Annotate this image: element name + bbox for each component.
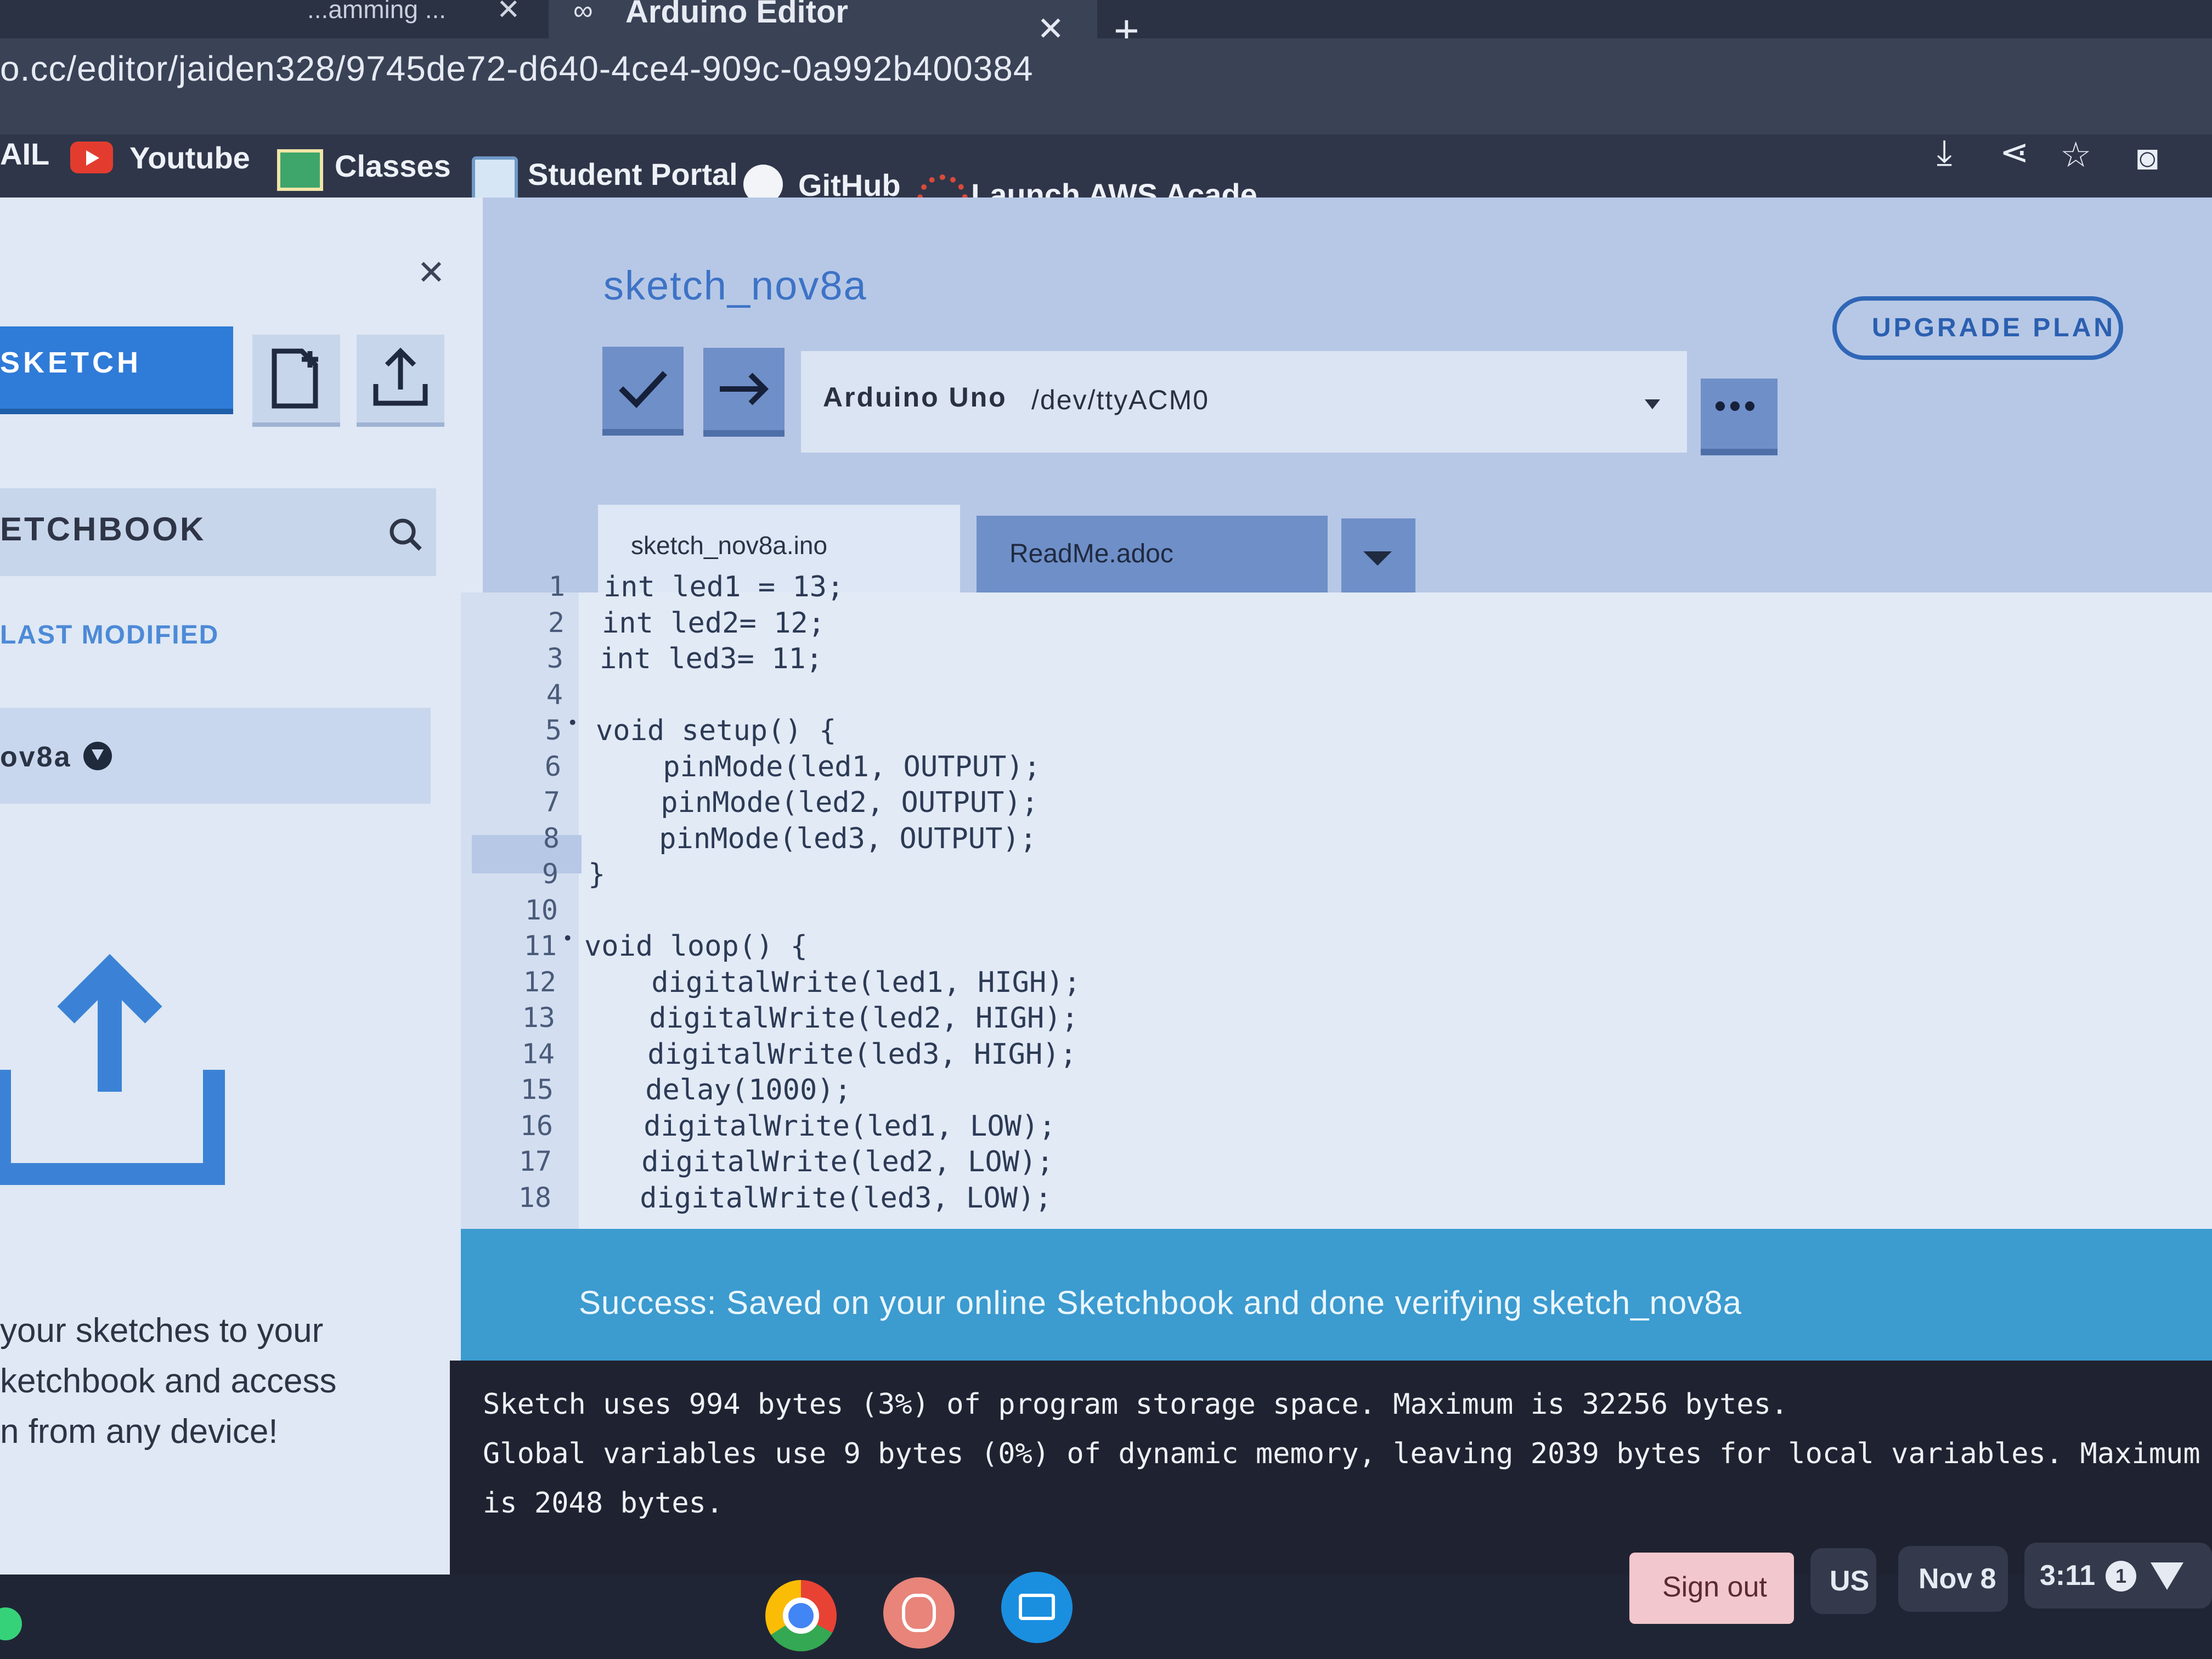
sort-last-modified[interactable]: LAST MODIFIED xyxy=(0,620,219,650)
bookmark-student-portal[interactable]: Student Portal xyxy=(528,156,738,192)
bookmark-youtube[interactable]: Youtube xyxy=(129,140,250,176)
chrome-icon[interactable] xyxy=(765,1580,837,1651)
code-line[interactable]: pinMode(led3, OUTPUT); xyxy=(590,822,1037,855)
line-number: 18 xyxy=(518,1181,551,1214)
browser-tab-previous[interactable]: ...amming ... xyxy=(307,0,446,24)
sign-out-label: Sign out xyxy=(1662,1571,1767,1603)
code-line[interactable]: digitalWrite(led3, HIGH); xyxy=(579,1038,1077,1071)
line-number: 10 xyxy=(524,894,558,926)
chevron-down-icon[interactable] xyxy=(83,742,112,770)
upload-icon xyxy=(373,347,428,406)
line-number: 12 xyxy=(523,966,556,998)
new-file-icon xyxy=(272,348,318,409)
line-number: 1 xyxy=(548,571,565,602)
tab-readme-label: ReadMe.adoc xyxy=(1009,539,1173,568)
code-line[interactable]: int led1 = 13; xyxy=(603,571,844,603)
wifi-icon xyxy=(2151,1562,2183,1590)
tab-close-icon[interactable]: ✕ xyxy=(496,0,521,26)
sketch-title[interactable]: sketch_nov8a xyxy=(603,262,867,309)
arrow-right-icon xyxy=(720,373,769,405)
notification-count-icon: 1 xyxy=(2106,1561,2136,1592)
line-number: 16 xyxy=(520,1109,553,1142)
board-port: /dev/ttyACM0 xyxy=(1031,385,1210,415)
code-line[interactable]: digitalWrite(led1, HIGH); xyxy=(583,966,1081,999)
code-line[interactable]: int led3= 11; xyxy=(600,642,823,675)
line-number: 7 xyxy=(543,786,560,818)
sketch-button-label: SKETCH xyxy=(0,346,142,379)
line-number: 2 xyxy=(548,606,565,639)
date-label: Nov 8 xyxy=(1918,1563,1996,1595)
code-line[interactable]: digitalWrite(led2, HIGH); xyxy=(580,1002,1079,1035)
os-shelf xyxy=(0,1575,2212,1659)
search-icon[interactable] xyxy=(384,513,428,557)
sketchbook-title: ETCHBOOK xyxy=(0,511,206,548)
checkmark-icon xyxy=(619,371,668,408)
verify-button[interactable] xyxy=(602,347,684,436)
close-icon[interactable]: ✕ xyxy=(417,252,445,292)
tab-sketch-ino-label: sketch_nov8a.ino xyxy=(631,531,828,560)
chevron-down-icon xyxy=(1363,551,1392,566)
code-line[interactable]: int led2= 12; xyxy=(602,607,825,640)
status-message: Success: Saved on your online Sketchbook… xyxy=(579,1284,1742,1321)
brain-app-icon[interactable] xyxy=(883,1577,955,1649)
upgrade-plan-label: UPGRADE PLAN xyxy=(1872,313,2116,342)
youtube-icon xyxy=(70,142,113,173)
bookmark-classes[interactable]: Classes xyxy=(335,148,451,184)
code-line[interactable]: digitalWrite(led3, LOW); xyxy=(571,1182,1052,1215)
board-name: Arduino Uno xyxy=(823,382,1007,413)
line-number: 4 xyxy=(546,678,563,710)
code-line[interactable]: pinMode(led2, OUTPUT); xyxy=(592,786,1039,819)
sketchbook-promo-text: your sketches to your ketchbook and acce… xyxy=(0,1306,428,1457)
line-number: 6 xyxy=(544,750,561,782)
portal-icon xyxy=(472,156,518,202)
line-number: 13 xyxy=(522,1002,555,1034)
slides-app-icon[interactable] xyxy=(1001,1572,1073,1643)
line-number: 17 xyxy=(518,1146,552,1177)
line-number: 15 xyxy=(520,1074,554,1105)
share-icon[interactable]: ⋖ xyxy=(2000,132,2029,173)
time-label: 3:11 xyxy=(2040,1560,2096,1592)
address-bar-url[interactable]: o.cc/editor/jaiden328/9745de72-d640-4ce4… xyxy=(0,48,1033,89)
classroom-icon xyxy=(277,149,323,191)
fold-marker-icon[interactable]: • xyxy=(475,928,573,950)
more-options-icon: ••• xyxy=(1714,387,1759,424)
line-number: 14 xyxy=(521,1037,555,1070)
line-number: 3 xyxy=(546,642,563,674)
extension-icon[interactable]: ◙ xyxy=(2137,137,2158,178)
console-line: Global variables use 9 bytes (0%) of dyn… xyxy=(483,1437,2200,1470)
input-language-label: US xyxy=(1830,1565,1870,1597)
dropdown-caret-icon[interactable] xyxy=(1645,399,1660,409)
install-icon[interactable]: ⤓ xyxy=(1937,132,1952,173)
code-line[interactable]: } xyxy=(588,858,605,891)
new-sketch-button[interactable] xyxy=(252,335,340,427)
fold-marker-icon[interactable]: • xyxy=(479,712,578,734)
code-line[interactable]: digitalWrite(led1, LOW); xyxy=(575,1110,1056,1143)
cloud-upload-illustration-icon xyxy=(0,953,225,1185)
promo-line: your sketches to your xyxy=(0,1312,324,1350)
upload-button[interactable] xyxy=(703,348,785,437)
line-number: 8 xyxy=(543,822,560,854)
promo-line: n from any device! xyxy=(0,1413,278,1451)
browser-tab-title[interactable]: Arduino Editor xyxy=(625,0,848,30)
sketch-list-item-name: ov8a xyxy=(0,741,72,773)
bookmark-mail[interactable]: AIL xyxy=(0,136,49,172)
code-line[interactable]: void setup() { xyxy=(596,714,836,747)
code-line[interactable]: digitalWrite(led2, LOW); xyxy=(573,1146,1053,1178)
promo-line: ketchbook and access xyxy=(0,1362,337,1400)
arduino-favicon-icon: ∞ xyxy=(573,0,593,26)
star-icon[interactable]: ☆ xyxy=(2060,134,2091,176)
console-line: Sketch uses 994 bytes (3%) of program st… xyxy=(483,1388,1788,1421)
import-sketch-button[interactable] xyxy=(357,335,444,427)
console-line: is 2048 bytes. xyxy=(483,1487,724,1520)
code-line[interactable]: delay(1000); xyxy=(577,1074,851,1107)
line-number: 9 xyxy=(541,858,558,890)
code-line[interactable]: pinMode(led1, OUTPUT); xyxy=(594,751,1041,783)
code-line[interactable]: void loop() { xyxy=(584,930,808,963)
